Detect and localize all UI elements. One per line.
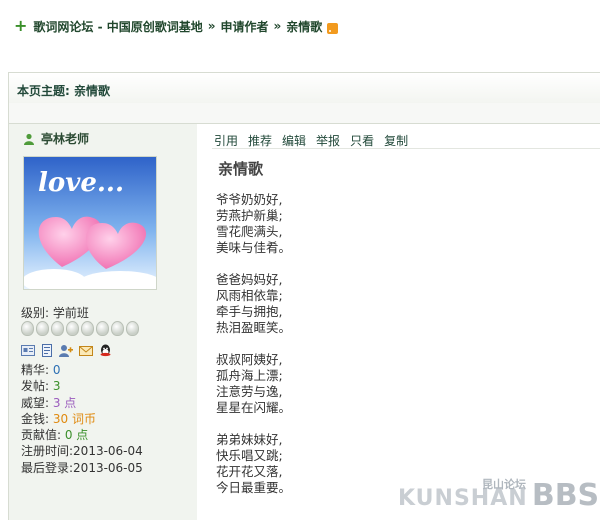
rank-star-icon — [66, 321, 79, 336]
topic-title: 本页主题: 亲情歌 — [17, 84, 110, 98]
stat-contribution: 贡献值: 0 点 — [21, 427, 143, 443]
breadcrumb-topic[interactable]: 亲情歌 — [286, 18, 322, 35]
breadcrumb-forum[interactable]: 歌词网论坛 - 中国原创歌词基地 — [33, 18, 202, 35]
only-author-button[interactable]: 只看 — [350, 132, 374, 149]
rank-stars — [21, 321, 139, 336]
copy-button[interactable]: 复制 — [384, 132, 408, 149]
poem-line: 弟弟妹妹好, — [216, 432, 283, 447]
rank-star-icon — [96, 321, 109, 336]
edit-button[interactable]: 编辑 — [282, 132, 306, 149]
author-name-row: 亭林老师 — [23, 130, 89, 147]
topic-subbar — [8, 103, 600, 124]
poem-line: 牵手与拥抱, — [216, 304, 283, 319]
avatar-love-text: love... — [38, 168, 124, 198]
quote-button[interactable]: 引用 — [214, 132, 238, 149]
plus-icon[interactable]: + — [14, 18, 27, 34]
watermark-bbs: BBS — [531, 478, 600, 513]
rank-star-icon — [21, 321, 34, 336]
stat-label: 贡献值: — [21, 428, 65, 443]
rank-star-icon — [126, 321, 139, 336]
watermark-cn: 昆山论坛 — [482, 478, 526, 491]
poem-line: 雪花爬满头, — [216, 224, 283, 239]
stat-digest: 精华: 0 — [21, 362, 143, 378]
stat-value: 30 词币 — [52, 411, 96, 426]
stat-label: 精华: — [21, 363, 53, 377]
stat-label: 发帖: — [21, 379, 53, 394]
stanza: 弟弟妹妹好, 快乐唱又跳; 花开花又落, 今日最重要。 — [216, 432, 291, 496]
breadcrumb-separator: » — [273, 19, 282, 33]
author-action-icons — [21, 344, 112, 357]
stanza: 爸爸妈妈好, 风雨相依靠; 牵手与拥抱, 热泪盈眶笑。 — [216, 272, 291, 336]
recommend-button[interactable]: 推荐 — [248, 132, 272, 149]
poem-line: 星星在闪耀。 — [216, 400, 292, 415]
breadcrumb-board[interactable]: 申请作者 — [221, 18, 269, 35]
rss-icon[interactable] — [327, 22, 339, 34]
posts-icon[interactable] — [41, 344, 53, 357]
poem-line: 劳燕护新巢; — [216, 208, 283, 223]
poem-line: 注意劳与逸, — [216, 384, 283, 399]
stat-label: 威望: — [21, 395, 53, 410]
poem-line: 风雨相依靠; — [216, 288, 283, 303]
poem-line: 快乐唱又跳; — [216, 448, 283, 463]
poem-line: 热泪盈眶笑。 — [216, 320, 292, 335]
report-button[interactable]: 举报 — [316, 132, 340, 149]
post-title: 亲情歌 — [218, 160, 264, 178]
message-icon[interactable] — [79, 344, 93, 357]
add-friend-icon[interactable] — [59, 344, 73, 357]
author-name[interactable]: 亭林老师 — [41, 130, 89, 147]
poem-line: 叔叔阿姨好, — [216, 352, 283, 367]
stat-label: 金钱: — [21, 411, 53, 426]
poem-line: 花开花又落, — [216, 464, 283, 479]
watermark-logo: 昆山论坛 KUNSHAN BBS — [398, 478, 599, 513]
last-login: 最后登录:2013-06-05 — [21, 460, 143, 475]
rank-star-icon — [36, 321, 49, 336]
stat-value: 3 — [52, 379, 61, 394]
qq-icon[interactable] — [99, 344, 112, 357]
author-stats: 精华: 0 发帖: 3 威望: 3 点 金钱: 30 词币 贡献值: 0 点 注… — [21, 362, 143, 476]
topic-header: 本页主题: 亲情歌 — [8, 72, 600, 104]
stat-prestige: 威望: 3 点 — [21, 395, 143, 411]
author-level: 级别: 学前班 — [21, 306, 89, 320]
breadcrumb: + 歌词网论坛 - 中国原创歌词基地 » 申请作者 » 亲情歌 — [14, 16, 339, 36]
register-date: 注册时间:2013-06-04 — [21, 444, 143, 459]
stat-value: 0 点 — [64, 428, 89, 443]
post-body: 爷爷奶奶好, 劳燕护新巢; 雪花爬满头, 美味与佳肴。 爸爸妈妈好, 风雨相依靠… — [216, 192, 291, 512]
stanza: 叔叔阿姨好, 孤舟海上漂; 注意劳与逸, 星星在闪耀。 — [216, 352, 291, 416]
poem-line: 今日最重要。 — [216, 480, 292, 495]
poem-line: 孤舟海上漂; — [216, 368, 283, 383]
stat-money: 金钱: 30 词币 — [21, 411, 143, 427]
post-divider — [212, 148, 600, 149]
profile-card-icon[interactable] — [21, 344, 35, 357]
breadcrumb-separator: » — [207, 19, 216, 33]
post-actions: 引用 推荐 编辑 举报 只看 复制 — [214, 132, 408, 149]
poem-line: 爸爸妈妈好, — [216, 272, 283, 287]
rank-star-icon — [51, 321, 64, 336]
rank-star-icon — [81, 321, 94, 336]
stanza: 爷爷奶奶好, 劳燕护新巢; 雪花爬满头, 美味与佳肴。 — [216, 192, 291, 256]
author-sidebar: 亭林老师 love... 级别: 学前班 精华: 0 发帖: 3 威望: 3 点… — [8, 124, 197, 520]
poem-line: 爷爷奶奶好, — [216, 192, 283, 207]
rank-star-icon — [111, 321, 124, 336]
stat-posts: 发帖: 3 — [21, 378, 143, 394]
stat-value: 0 — [52, 363, 61, 377]
avatar[interactable]: love... — [23, 156, 157, 290]
user-icon — [24, 133, 34, 145]
poem-line: 美味与佳肴。 — [216, 240, 292, 255]
stat-value: 3 点 — [52, 395, 77, 410]
